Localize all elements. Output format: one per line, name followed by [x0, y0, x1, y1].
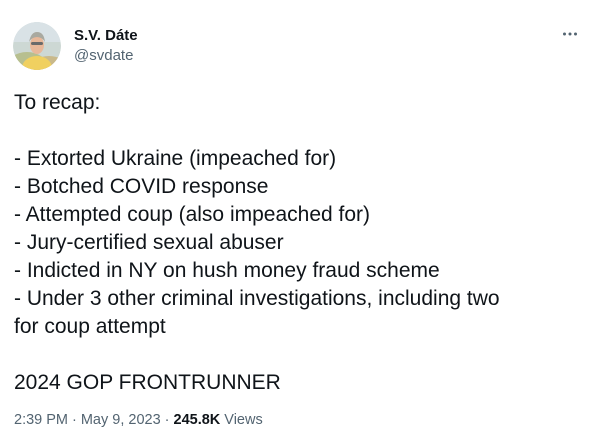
views-count: 245.8K — [173, 412, 221, 428]
author-handle[interactable]: @svdate — [74, 47, 133, 65]
tweet-card: S.V. Dáte @svdate To recap: - Extorted U… — [0, 0, 598, 444]
tweet-line: 2024 GOP FRONTRUNNER — [14, 371, 281, 394]
more-horizontal-icon — [561, 25, 579, 48]
tweet-line: To recap: — [14, 91, 101, 114]
profile-photo-icon[interactable] — [13, 22, 61, 70]
tweet-line: - Extorted Ukraine (impeached for) — [14, 147, 337, 170]
tweet-line: - Under 3 other criminal investigations,… — [14, 287, 500, 310]
more-options-button[interactable] — [556, 22, 584, 50]
meta-separator: · — [72, 412, 77, 428]
tweet-metadata: 2:39 PM · May 9, 2023 · 245.8K Views — [14, 411, 263, 429]
tweet-line: - Indicted in NY on hush money fraud sch… — [14, 259, 440, 282]
tweet-line — [14, 341, 586, 369]
tweet-line — [14, 117, 586, 145]
tweet-timestamp[interactable]: 2:39 PM — [14, 412, 68, 428]
tweet-line: for coup attempt — [14, 315, 166, 338]
tweet-line: - Botched COVID response — [14, 175, 269, 198]
tweet-text: To recap: - Extorted Ukraine (impeached … — [14, 89, 586, 397]
author-display-name[interactable]: S.V. Dáte — [74, 27, 138, 45]
tweet-line: - Jury-certified sexual abuser — [14, 231, 284, 254]
tweet-date[interactable]: May 9, 2023 — [81, 412, 161, 428]
views-label: Views — [224, 412, 263, 428]
tweet-line: - Attempted coup (also impeached for) — [14, 203, 371, 226]
meta-separator: · — [164, 412, 170, 428]
